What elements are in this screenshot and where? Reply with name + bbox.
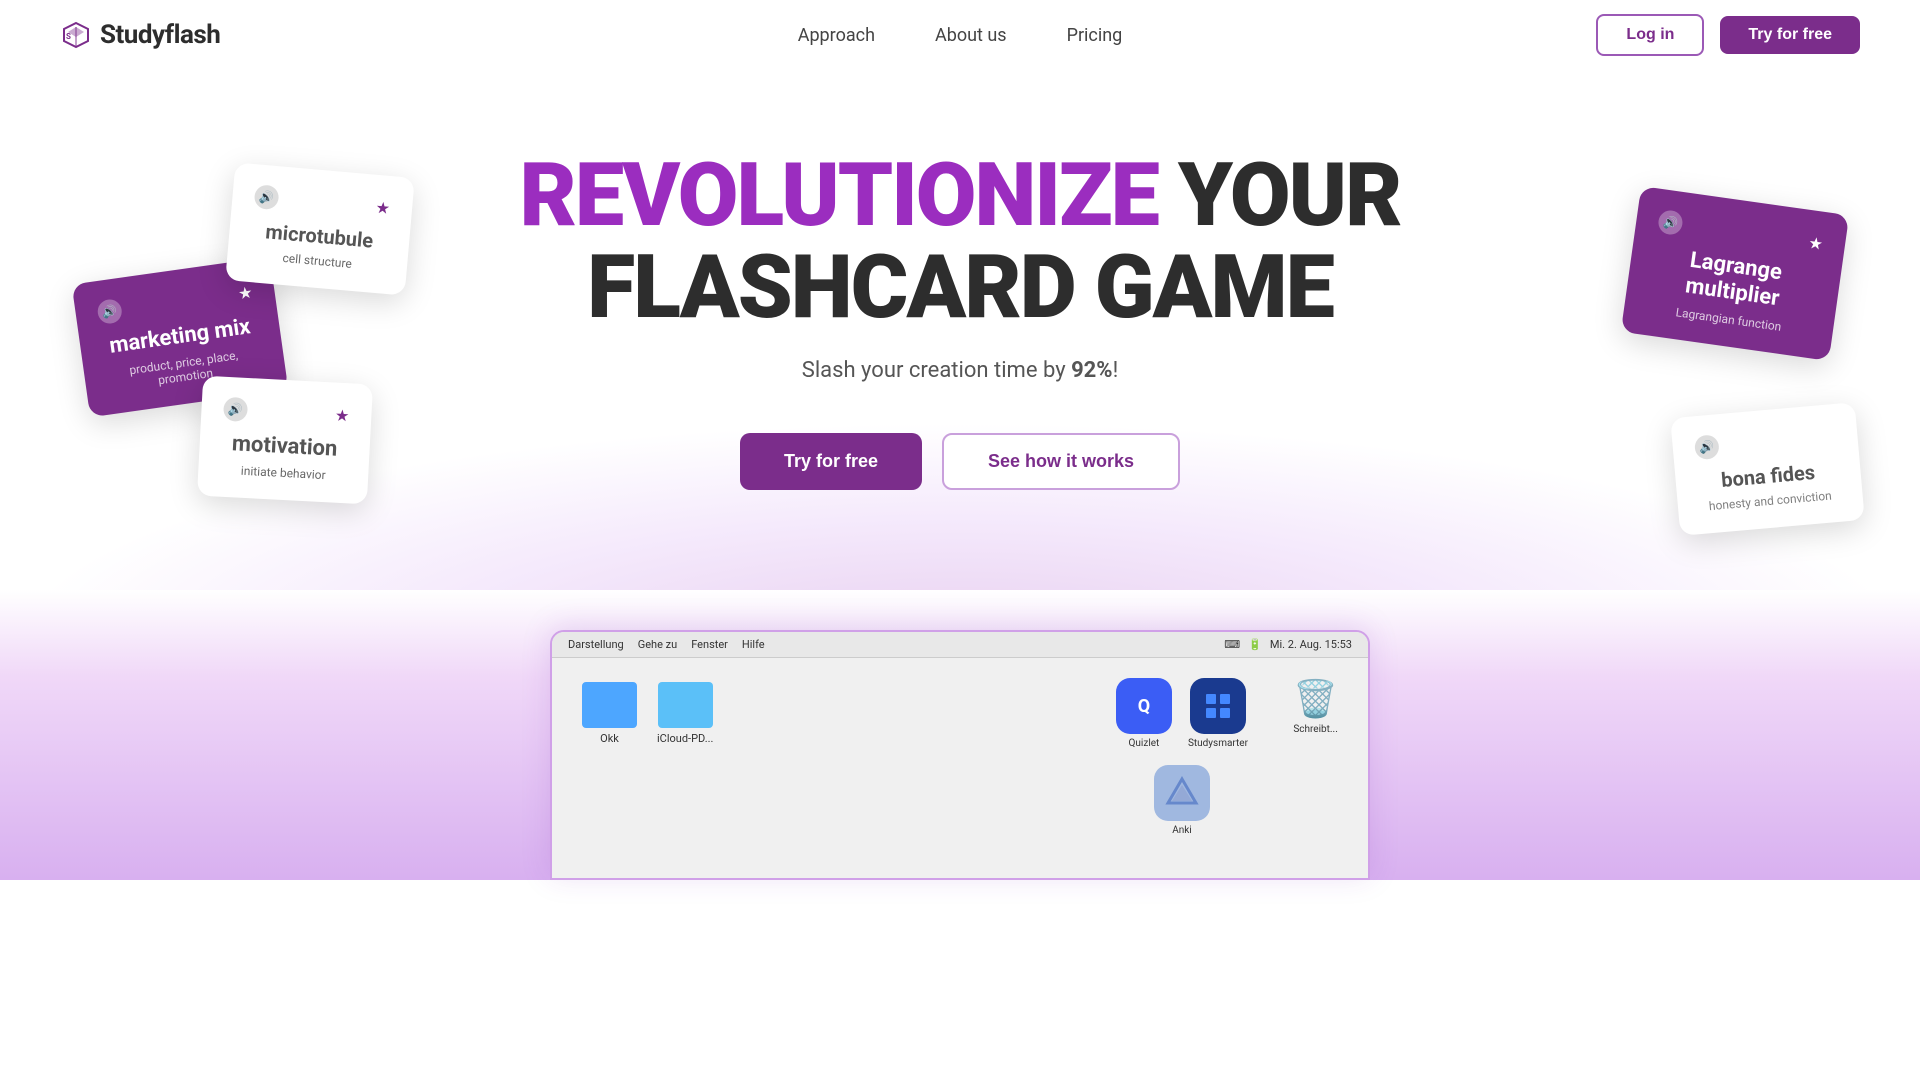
folder-label-1: Okk bbox=[600, 732, 619, 745]
menubar-item-1[interactable]: Darstellung bbox=[568, 638, 624, 651]
screenshot-section: Darstellung Gehe zu Fenster Hilfe ⌨ 🔋 Mi… bbox=[0, 590, 1920, 880]
app-group: Q Quizlet Studysmarter bbox=[1116, 678, 1248, 836]
try-free-hero-button[interactable]: Try for free bbox=[740, 433, 922, 490]
sound-icon-bona: 🔊 bbox=[1694, 434, 1720, 460]
svg-text:S: S bbox=[66, 32, 71, 41]
logo-icon: S bbox=[60, 19, 92, 51]
see-how-button[interactable]: See how it works bbox=[942, 433, 1180, 490]
flashcard-bona: 🔊 bona fides honesty and conviction bbox=[1670, 402, 1865, 536]
trash-label: Schreibt... bbox=[1293, 724, 1338, 735]
hero-buttons: Try for free See how it works bbox=[740, 433, 1180, 490]
hero-title-revolutionize: REVOLUTIONIZE bbox=[520, 144, 1158, 247]
star-icon-lagrange: ★ bbox=[1807, 233, 1824, 254]
nav-approach[interactable]: Approach bbox=[798, 25, 875, 46]
window-body: Okk iCloud-PD... Q Quizlet bbox=[552, 658, 1368, 878]
subtitle-suffix: ! bbox=[1113, 358, 1119, 383]
folder-icon-1 bbox=[582, 682, 637, 728]
navbar: S Studyflash Approach About us Pricing L… bbox=[0, 0, 1920, 70]
trash-icon: 🗑️ bbox=[1293, 678, 1338, 720]
flashcard-microtubule: 🔊 ★ microtubule cell structure bbox=[225, 162, 415, 295]
app-quizlet: Q Quizlet bbox=[1116, 678, 1172, 749]
nav-pricing[interactable]: Pricing bbox=[1067, 25, 1123, 46]
star-icon-marketing: ★ bbox=[237, 282, 254, 303]
app-row-2: Anki bbox=[1116, 765, 1248, 836]
try-free-nav-button[interactable]: Try for free bbox=[1720, 16, 1860, 54]
quizlet-icon: Q bbox=[1116, 678, 1172, 734]
menubar-right: ⌨ 🔋 Mi. 2. Aug. 15:53 bbox=[1224, 638, 1352, 651]
subtitle-prefix: Slash your creation time by bbox=[802, 358, 1071, 383]
folder-icon-2 bbox=[658, 682, 713, 728]
star-icon-microtubule: ★ bbox=[375, 197, 391, 217]
folder-group: Okk iCloud-PD... bbox=[582, 682, 713, 745]
studysmarter-label: Studysmarter bbox=[1188, 738, 1248, 749]
card-term-motivation: motivation bbox=[221, 431, 348, 464]
hero-title: REVOLUTIONIZE YOUR FLASHCARD GAME bbox=[520, 150, 1401, 335]
anki-svg bbox=[1164, 775, 1200, 811]
nav-about[interactable]: About us bbox=[935, 25, 1007, 46]
menubar-item-4[interactable]: Hilfe bbox=[742, 638, 765, 651]
hero-subtitle: Slash your creation time by 92%! bbox=[802, 358, 1119, 383]
nav-actions: Log in Try for free bbox=[1596, 14, 1860, 56]
card-def-motivation: initiate behavior bbox=[220, 463, 347, 484]
app-anki: Anki bbox=[1154, 765, 1210, 836]
folder-item-1: Okk bbox=[582, 682, 637, 745]
trash-item: 🗑️ Schreibt... bbox=[1293, 678, 1338, 735]
quizlet-label: Quizlet bbox=[1129, 738, 1160, 749]
studysmarter-icon bbox=[1190, 678, 1246, 734]
hero-title-your: YOUR bbox=[1158, 144, 1401, 247]
logo[interactable]: S Studyflash bbox=[60, 19, 220, 51]
studysmarter-svg bbox=[1202, 690, 1234, 722]
window-menubar: Darstellung Gehe zu Fenster Hilfe ⌨ 🔋 Mi… bbox=[552, 632, 1368, 658]
sound-icon-microtubule: 🔊 bbox=[254, 184, 280, 210]
battery-icon: 🔋 bbox=[1248, 638, 1262, 651]
sound-icon-lagrange: 🔊 bbox=[1657, 209, 1684, 236]
menubar-date: Mi. 2. Aug. 15:53 bbox=[1270, 638, 1352, 651]
hero-title-line2: FLASHCARD GAME bbox=[587, 236, 1333, 339]
screenshot-window: Darstellung Gehe zu Fenster Hilfe ⌨ 🔋 Mi… bbox=[550, 630, 1370, 880]
flashcard-lagrange: 🔊 ★ Lagrange multiplier Lagrangian funct… bbox=[1621, 186, 1849, 361]
anki-label: Anki bbox=[1172, 825, 1192, 836]
hero-section: 🔊 ★ marketing mix product, price, place,… bbox=[0, 70, 1920, 590]
app-row-1: Q Quizlet Studysmarter bbox=[1116, 678, 1248, 749]
wifi-icon: ⌨ bbox=[1224, 638, 1240, 651]
menubar-item-3[interactable]: Fenster bbox=[691, 638, 728, 651]
app-studysmarter: Studysmarter bbox=[1188, 678, 1248, 749]
folder-item-2: iCloud-PD... bbox=[657, 682, 713, 745]
anki-icon bbox=[1154, 765, 1210, 821]
star-icon-motivation: ★ bbox=[335, 405, 350, 425]
menubar-item-2[interactable]: Gehe zu bbox=[638, 638, 677, 651]
folder-label-2: iCloud-PD... bbox=[657, 732, 713, 745]
sound-icon-motivation: 🔊 bbox=[223, 397, 248, 422]
nav-links: Approach About us Pricing bbox=[798, 25, 1123, 46]
menubar-left: Darstellung Gehe zu Fenster Hilfe bbox=[568, 638, 765, 651]
sound-icon-marketing: 🔊 bbox=[96, 298, 123, 325]
card-term-microtubule: microtubule bbox=[251, 218, 389, 254]
flashcard-motivation: 🔊 ★ motivation initiate behavior bbox=[197, 376, 373, 505]
logo-text: Studyflash bbox=[100, 20, 220, 50]
login-button[interactable]: Log in bbox=[1596, 14, 1704, 56]
subtitle-highlight: 92% bbox=[1071, 358, 1113, 383]
